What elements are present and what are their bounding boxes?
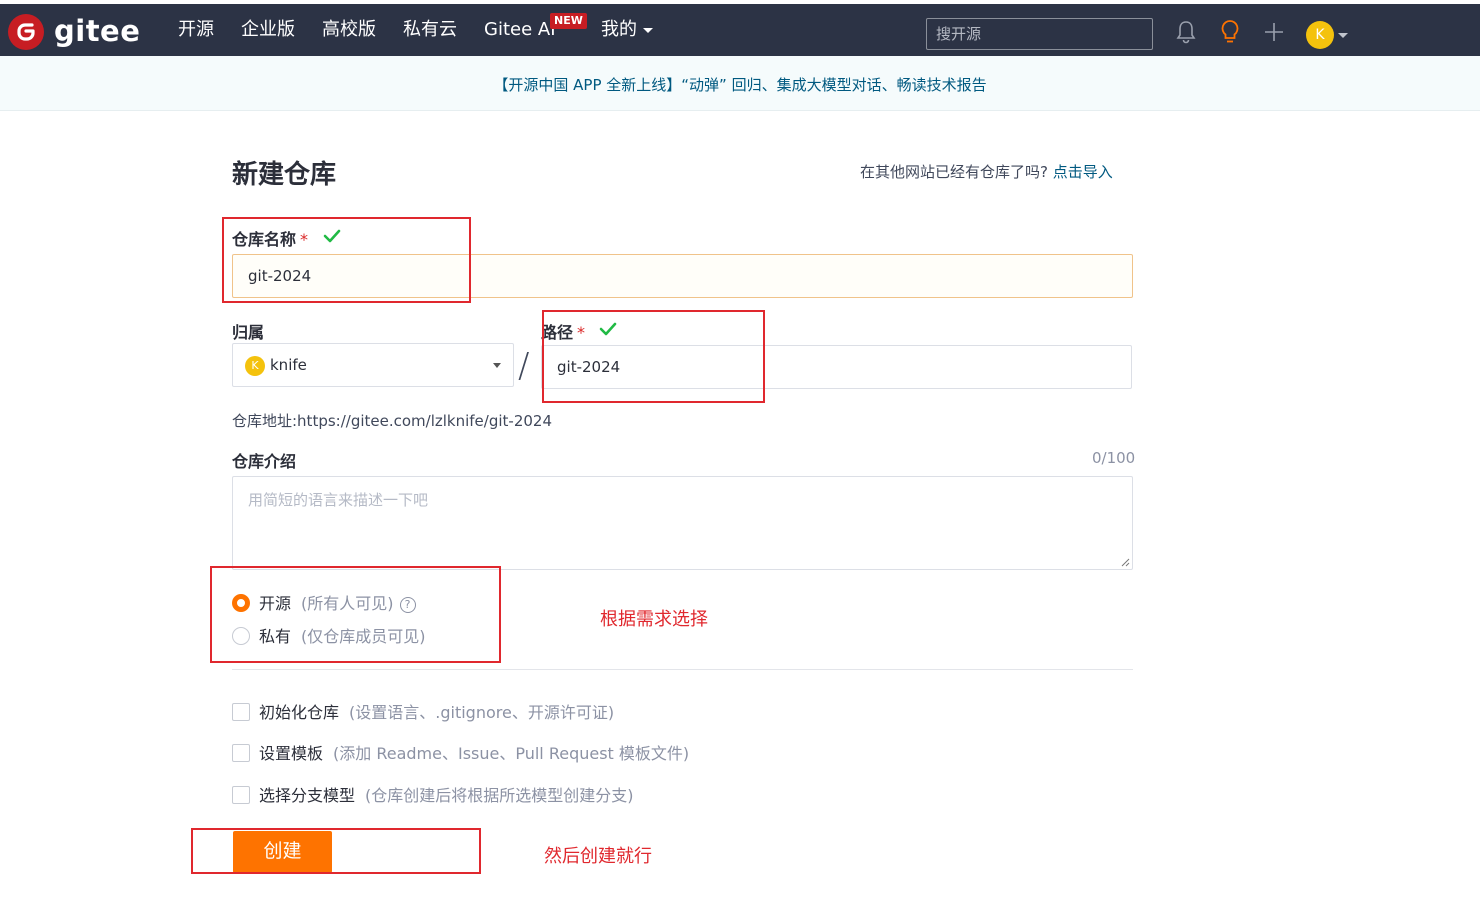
new-badge: NEW	[550, 13, 587, 29]
nav-item-enterprise[interactable]: 企业版	[241, 18, 295, 42]
intro-placeholder: 用简短的语言来描述一下吧	[248, 491, 429, 509]
banner-link[interactable]: 【开源中国 APP 全新上线】“动弹” 回归、集成大模型对话、畅读技术报告	[493, 74, 986, 95]
nav-item-opensource[interactable]: 开源	[178, 18, 214, 42]
branch-model-hint: (仓库创建后将根据所选模型创建分支)	[365, 786, 634, 805]
annotation-note-choose: 根据需求选择	[600, 609, 708, 630]
import-link[interactable]: 点击导入	[1053, 163, 1113, 181]
intro-textarea[interactable]: 用简短的语言来描述一下吧	[232, 476, 1133, 570]
page-title: 新建仓库	[232, 160, 337, 190]
nav-item-private-cloud[interactable]: 私有云	[403, 18, 457, 42]
owner-name: knife	[270, 356, 307, 374]
logo-text: gitee	[54, 14, 141, 48]
branch-model-option[interactable]: 选择分支模型 (仓库创建后将根据所选模型创建分支)	[232, 782, 634, 806]
owner-select[interactable]: K knife	[232, 343, 514, 387]
annotation-box-path	[542, 310, 765, 403]
gitee-logo-icon	[8, 14, 44, 50]
nav-item-gitee-ai[interactable]: Gitee AI	[484, 18, 556, 42]
owner-avatar: K	[245, 356, 265, 376]
section-divider	[232, 669, 1133, 670]
init-repo-checkbox[interactable]	[232, 703, 250, 721]
plus-icon[interactable]	[1261, 18, 1287, 46]
repo-address: 仓库地址:https://gitee.com/lzlknife/git-2024	[232, 412, 552, 430]
user-avatar[interactable]: K	[1306, 21, 1334, 49]
owner-label: 归属	[232, 323, 265, 342]
path-separator: /	[518, 346, 530, 386]
search-input[interactable]: 搜开源	[926, 18, 1153, 50]
annotation-box-repo-name	[222, 217, 471, 303]
template-checkbox[interactable]	[232, 744, 250, 762]
branch-model-checkbox[interactable]	[232, 786, 250, 804]
annotation-box-create	[191, 828, 481, 874]
intro-counter: 0/100	[1092, 449, 1136, 467]
avatar-chevron-down-icon[interactable]	[1338, 33, 1348, 38]
nav-item-mine-label: 我的	[601, 19, 637, 40]
import-prompt: 在其他网站已经有仓库了吗? 点击导入	[860, 161, 1113, 182]
import-prompt-text: 在其他网站已经有仓库了吗?	[860, 163, 1048, 181]
nav-item-mine[interactable]: 我的	[601, 18, 653, 42]
nav-item-education[interactable]: 高校版	[322, 18, 376, 42]
annotation-box-visibility	[210, 566, 501, 663]
chevron-down-icon	[643, 27, 653, 33]
top-navbar: gitee 开源 企业版 高校版 私有云 Gitee AI NEW 我的 搜开源…	[0, 4, 1480, 56]
init-repo-option[interactable]: 初始化仓库 (设置语言、.gitignore、开源许可证)	[232, 699, 614, 723]
annotation-note-create: 然后创建就行	[544, 846, 652, 867]
init-repo-label: 初始化仓库	[259, 703, 340, 722]
template-hint: (添加 Readme、Issue、Pull Request 模板文件)	[333, 744, 690, 763]
bell-icon[interactable]	[1173, 18, 1199, 46]
intro-label: 仓库介绍	[232, 452, 297, 471]
chevron-down-icon	[493, 363, 501, 368]
announcement-banner: 【开源中国 APP 全新上线】“动弹” 回归、集成大模型对话、畅读技术报告	[0, 56, 1480, 111]
template-option[interactable]: 设置模板 (添加 Readme、Issue、Pull Request 模板文件)	[232, 740, 689, 764]
gitee-logo[interactable]: gitee	[8, 14, 148, 50]
lightbulb-icon[interactable]	[1217, 18, 1243, 46]
init-repo-hint: (设置语言、.gitignore、开源许可证)	[349, 703, 615, 722]
template-label: 设置模板	[259, 744, 324, 763]
branch-model-label: 选择分支模型	[259, 786, 356, 805]
resize-handle-icon[interactable]	[1120, 557, 1130, 567]
